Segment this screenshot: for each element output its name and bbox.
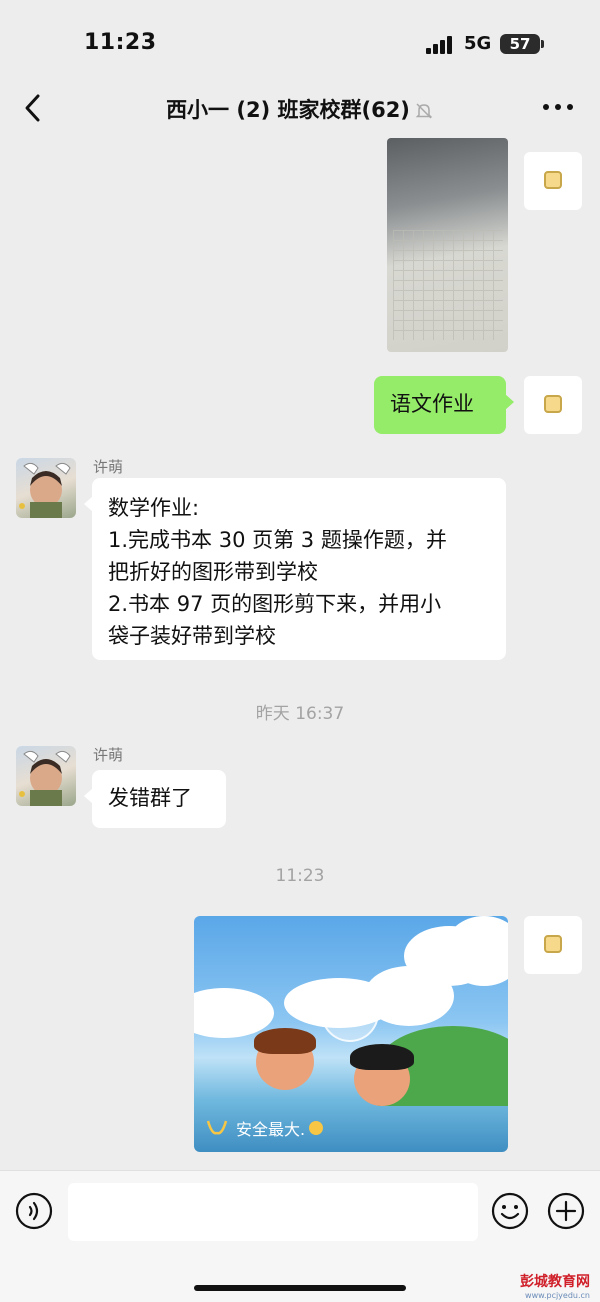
more-button[interactable] xyxy=(540,94,576,120)
message-line: 数学作业: xyxy=(108,496,200,520)
avatar-other[interactable] xyxy=(16,746,76,806)
message-line: 袋子装好带到学校 xyxy=(108,624,276,648)
chat-list[interactable]: 语文作业 许萌 数学作业: 1.完成书本 30 页第 3 题操作题，并 把折好的… xyxy=(0,138,600,1170)
message-bubble-self[interactable]: 语文作业 xyxy=(374,376,514,434)
video-message[interactable]: 安全最大. xyxy=(194,916,508,1152)
photo-content xyxy=(393,230,503,340)
more-horizontal-icon xyxy=(543,104,573,110)
voice-button[interactable] xyxy=(14,1191,54,1231)
status-bar: 11:23 5G 57 xyxy=(0,0,600,80)
signal-icon xyxy=(426,36,458,54)
home-indicator[interactable] xyxy=(194,1285,406,1291)
plus-circle-icon xyxy=(547,1192,585,1230)
nav-bar: 西小一 (2) 班家校群(62) xyxy=(0,80,600,138)
more-actions-button[interactable] xyxy=(546,1191,586,1231)
message-line: 2.书本 97 页的图形剪下来，并用小 xyxy=(108,592,442,616)
timestamp: 11:23 xyxy=(275,866,325,886)
play-button[interactable] xyxy=(321,984,379,1042)
voice-icon xyxy=(15,1192,53,1230)
avatar-self[interactable] xyxy=(524,916,582,974)
avatar-photo xyxy=(19,750,71,806)
avatar-photo xyxy=(19,462,71,518)
watermark-title: 彭城教育网 xyxy=(520,1274,590,1290)
avatar-other[interactable] xyxy=(16,458,76,518)
watermark: 彭城教育网 www.pcjyedu.cn xyxy=(520,1271,590,1300)
message-bubble-other[interactable]: 发错群了 xyxy=(84,770,226,828)
watermark-url: www.pcjyedu.cn xyxy=(525,1291,590,1300)
chat-title: 西小一 (2) 班家校群(62) xyxy=(0,94,600,124)
status-time: 11:23 xyxy=(84,30,157,55)
video-caption: 安全最大. xyxy=(206,1116,324,1140)
chat-title-text: 西小一 (2) 班家校群(62) xyxy=(166,98,410,122)
message-line: 把折好的图形带到学校 xyxy=(108,560,318,584)
network-type: 5G xyxy=(464,33,492,54)
brand-logo-icon xyxy=(206,1120,228,1135)
battery-icon: 57 xyxy=(500,34,544,54)
input-bar: 彭城教育网 www.pcjyedu.cn xyxy=(0,1170,600,1302)
avatar-self[interactable] xyxy=(524,376,582,434)
sender-name: 许萌 xyxy=(93,458,124,476)
bell-off-icon xyxy=(415,103,433,119)
message-text: 语文作业 xyxy=(390,392,474,416)
sender-name: 许萌 xyxy=(93,746,124,764)
message-bubble-other[interactable]: 数学作业: 1.完成书本 30 页第 3 题操作题，并 把折好的图形带到学校 2… xyxy=(84,478,506,660)
emoji-icon xyxy=(491,1192,529,1230)
message-line: 1.完成书本 30 页第 3 题操作题，并 xyxy=(108,528,447,552)
timestamp: 昨天 16:37 xyxy=(255,704,345,724)
message-input[interactable] xyxy=(68,1183,478,1241)
photo-message[interactable] xyxy=(387,138,508,352)
video-caption-text: 安全最大. xyxy=(236,1120,306,1139)
sun-icon xyxy=(309,1121,324,1135)
emoji-button[interactable] xyxy=(490,1191,530,1231)
message-text: 发错群了 xyxy=(108,786,192,810)
avatar-self[interactable] xyxy=(524,152,582,210)
